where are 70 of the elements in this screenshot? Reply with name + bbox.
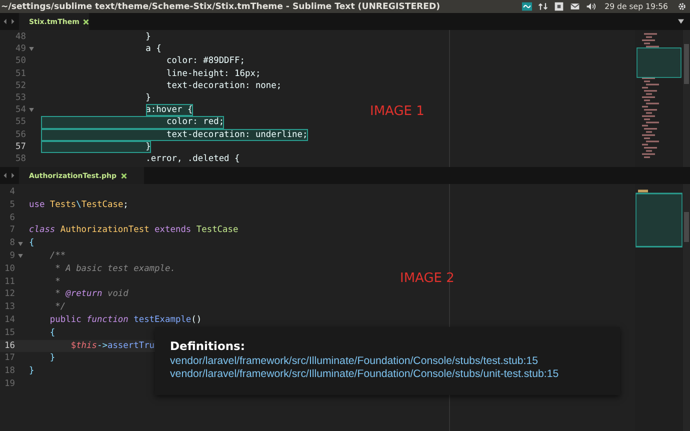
settings-icon[interactable] <box>677 2 687 11</box>
line-number: 17 <box>4 352 15 366</box>
line-number: 13 <box>4 301 15 314</box>
tab-nav-arrows-icon[interactable] <box>2 18 16 25</box>
fold-arrow-icon[interactable] <box>29 47 34 52</box>
network-icon[interactable] <box>522 2 532 11</box>
line-number: 12 <box>4 288 15 302</box>
image-label: IMAGE 2 <box>400 271 454 286</box>
line-number: 18 <box>4 365 15 378</box>
line-number: 8 <box>8 237 15 250</box>
code-line: class AuthorizationTest extends TestCase <box>29 224 238 238</box>
code-line: /** <box>48 250 66 263</box>
code-line: $this->assertTru <box>70 340 157 352</box>
code-line: .error, .deleted { <box>144 152 240 166</box>
line-number: 7 <box>8 224 15 238</box>
line-number: 9 <box>8 250 15 263</box>
app-indicator-icon[interactable] <box>554 2 564 11</box>
code-line: * @return void <box>54 288 128 302</box>
code-line: { <box>29 237 34 250</box>
fold-arrow-icon[interactable] <box>18 254 23 258</box>
line-number: 56 <box>14 128 26 141</box>
line-number: 53 <box>14 92 26 104</box>
definition-link[interactable]: vendor/laravel/framework/src/Illuminate/Foundation/Console/stubs/unit-test.stub:15 <box>170 368 559 381</box>
code-line: * <box>54 276 60 288</box>
scrollbar[interactable] <box>683 184 690 431</box>
code-line: } <box>144 92 151 104</box>
line-number: 52 <box>14 80 26 92</box>
transfer-arrows-icon[interactable] <box>538 2 548 11</box>
image-label: IMAGE 1 <box>370 104 424 119</box>
line-number: 4 <box>8 186 15 199</box>
code-line: { <box>48 326 56 340</box>
volume-icon[interactable] <box>586 2 596 11</box>
line-number: 48 <box>14 31 26 44</box>
line-number: 55 <box>14 116 26 129</box>
code-line: text-decoration: none; <box>166 80 282 92</box>
line-number: 54 <box>14 104 26 116</box>
definition-link[interactable]: vendor/laravel/framework/src/Illuminate/Foundation/Console/stubs/test.stub:15 <box>170 355 538 368</box>
close-icon[interactable] <box>120 172 126 178</box>
code-line: line-height: 16px; <box>166 68 261 80</box>
code-line: } <box>29 365 34 378</box>
code-line: * A basic test example. <box>54 262 176 276</box>
line-number: 16 <box>4 340 15 352</box>
line-number: 15 <box>4 326 15 340</box>
scrollbar[interactable] <box>683 30 690 167</box>
fold-arrow-icon[interactable] <box>29 108 34 112</box>
code-line: color: #89DDFF; <box>166 55 245 68</box>
code-line: } <box>144 31 151 44</box>
line-number: 14 <box>4 314 15 327</box>
line-number: 50 <box>14 55 26 68</box>
window-title: ~/settings/sublime text/theme/Scheme-Stix/Stix.tmTheme - Sublime Text (UNREGISTERED) <box>1 2 440 12</box>
line-number: 58 <box>14 152 26 166</box>
line-number: 19 <box>4 378 15 391</box>
code-line: a { <box>144 43 162 56</box>
line-number: 5 <box>8 198 15 212</box>
close-icon[interactable] <box>83 18 89 24</box>
line-number: 6 <box>8 212 15 224</box>
code-line: } <box>48 352 56 366</box>
code-line: */ <box>54 301 66 314</box>
dropdown-icon[interactable] <box>678 19 684 24</box>
line-number: 49 <box>14 43 26 56</box>
line-number: 11 <box>4 276 15 288</box>
line-number: 57 <box>14 140 26 153</box>
code-line: use Tests\TestCase; <box>29 198 128 212</box>
line-number: 51 <box>14 68 26 80</box>
code-line: public function testExample() <box>48 314 202 327</box>
popup-title: Definitions: <box>170 339 245 353</box>
tab-nav-arrows-icon[interactable] <box>2 172 16 179</box>
line-number: 10 <box>4 262 15 276</box>
mail-icon[interactable] <box>570 2 580 11</box>
fold-arrow-icon[interactable] <box>18 242 23 246</box>
